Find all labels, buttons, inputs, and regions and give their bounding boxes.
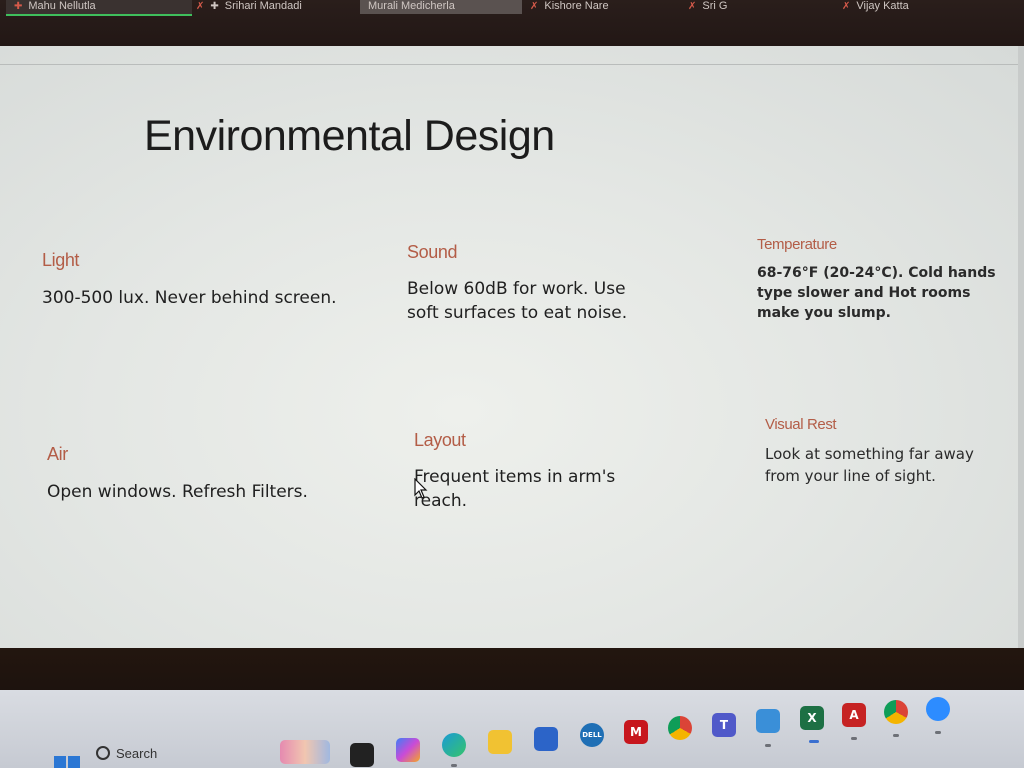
participant-tile-4[interactable]: ✗ Kishore Nare	[530, 0, 609, 14]
card-sound: Sound Below 60dB for work. Use soft surf…	[407, 242, 657, 325]
task-view-icon[interactable]	[350, 743, 374, 767]
search-label: Search	[116, 746, 158, 761]
widgets-icon[interactable]	[280, 740, 330, 764]
card-heading: Layout	[414, 430, 466, 450]
mouse-pointer-icon	[414, 478, 428, 499]
card-heading: Visual Rest	[765, 416, 837, 433]
mic-muted-icon: ✗	[842, 1, 851, 12]
pin-icon: ✚	[210, 1, 219, 12]
participant-name: Vijay Katta	[856, 0, 909, 12]
mcafee-icon[interactable]: M	[624, 720, 648, 744]
participant-strip: ✚ Mahu Nellutla ✗ ✚ Srihari Mandadi Murali …	[0, 0, 1024, 46]
copilot-icon[interactable]	[396, 738, 420, 762]
participant-tile-5[interactable]: ✗ Sri G	[688, 0, 727, 14]
participant-name: Sri G	[702, 0, 728, 12]
file-explorer-icon[interactable]	[488, 730, 512, 754]
search-icon	[96, 746, 110, 760]
participant-tile-2[interactable]: ✗ ✚ Srihari Mandadi	[196, 0, 302, 14]
chrome-icon[interactable]	[668, 716, 692, 740]
card-heading: Air	[47, 444, 68, 464]
teams-icon[interactable]: T	[712, 713, 736, 737]
app-icon[interactable]	[926, 697, 950, 721]
card-text: Open windows. Refresh Filters.	[47, 482, 308, 502]
card-heading: Light	[42, 250, 80, 270]
running-indicator	[451, 764, 457, 767]
card-layout: Layout Frequent items in arm's reach.	[414, 430, 664, 513]
presentation-slide: Environmental Design Light 300-500 lux. …	[0, 46, 1024, 710]
participant-tile-1[interactable]: ✚ Mahu Nellutla	[6, 0, 192, 16]
running-indicator	[765, 744, 771, 747]
slide-edge	[1018, 46, 1024, 710]
slide-title: Environmental Design	[144, 112, 555, 160]
participant-name: Srihari Mandadi	[224, 0, 302, 12]
card-temperature: Temperature 68-76°F (20-24°C). Cold hand…	[757, 236, 1007, 323]
chrome-profile-icon[interactable]	[884, 700, 908, 724]
running-indicator	[893, 734, 899, 737]
notepad-icon[interactable]	[756, 709, 780, 733]
card-text: 300-500 lux. Never behind screen.	[42, 288, 337, 308]
participant-tile-6[interactable]: ✗ Vijay Katta	[842, 0, 909, 14]
search-input[interactable]: Search	[96, 746, 246, 768]
slide-border	[0, 64, 1024, 65]
mic-muted-icon: ✗	[530, 1, 539, 12]
edge-icon[interactable]	[442, 733, 466, 757]
participant-name: Kishore Nare	[544, 0, 609, 12]
acrobat-icon[interactable]: A	[842, 703, 866, 727]
participant-name: Mahu Nellutla	[28, 0, 96, 12]
mic-muted-icon: ✗	[196, 1, 205, 12]
card-heading: Sound	[407, 242, 458, 262]
active-indicator	[809, 740, 819, 743]
card-text: Frequent items in arm's reach.	[414, 467, 616, 511]
mic-icon: ✚	[14, 1, 23, 12]
start-icon[interactable]	[54, 756, 80, 768]
mic-muted-icon: ✗	[688, 1, 697, 12]
excel-icon[interactable]: X	[800, 706, 824, 730]
card-text: 68-76°F (20-24°C). Cold hands type slowe…	[757, 265, 996, 321]
card-text: Below 60dB for work. Use soft surfaces t…	[407, 279, 628, 323]
participant-tile-3[interactable]: Murali Medicherla	[360, 0, 522, 14]
card-light: Light 300-500 lux. Never behind screen.	[42, 250, 342, 312]
dell-icon[interactable]: DELL	[580, 723, 604, 747]
card-text: Look at something far away from your lin…	[765, 445, 974, 485]
running-indicator	[851, 737, 857, 740]
card-visual-rest: Visual Rest Look at something far away f…	[765, 416, 1000, 487]
running-indicator	[935, 731, 941, 734]
store-icon[interactable]	[534, 727, 558, 751]
participant-name: Murali Medicherla	[368, 0, 455, 12]
card-air: Air Open windows. Refresh Filters.	[47, 444, 347, 506]
card-heading: Temperature	[757, 236, 837, 253]
